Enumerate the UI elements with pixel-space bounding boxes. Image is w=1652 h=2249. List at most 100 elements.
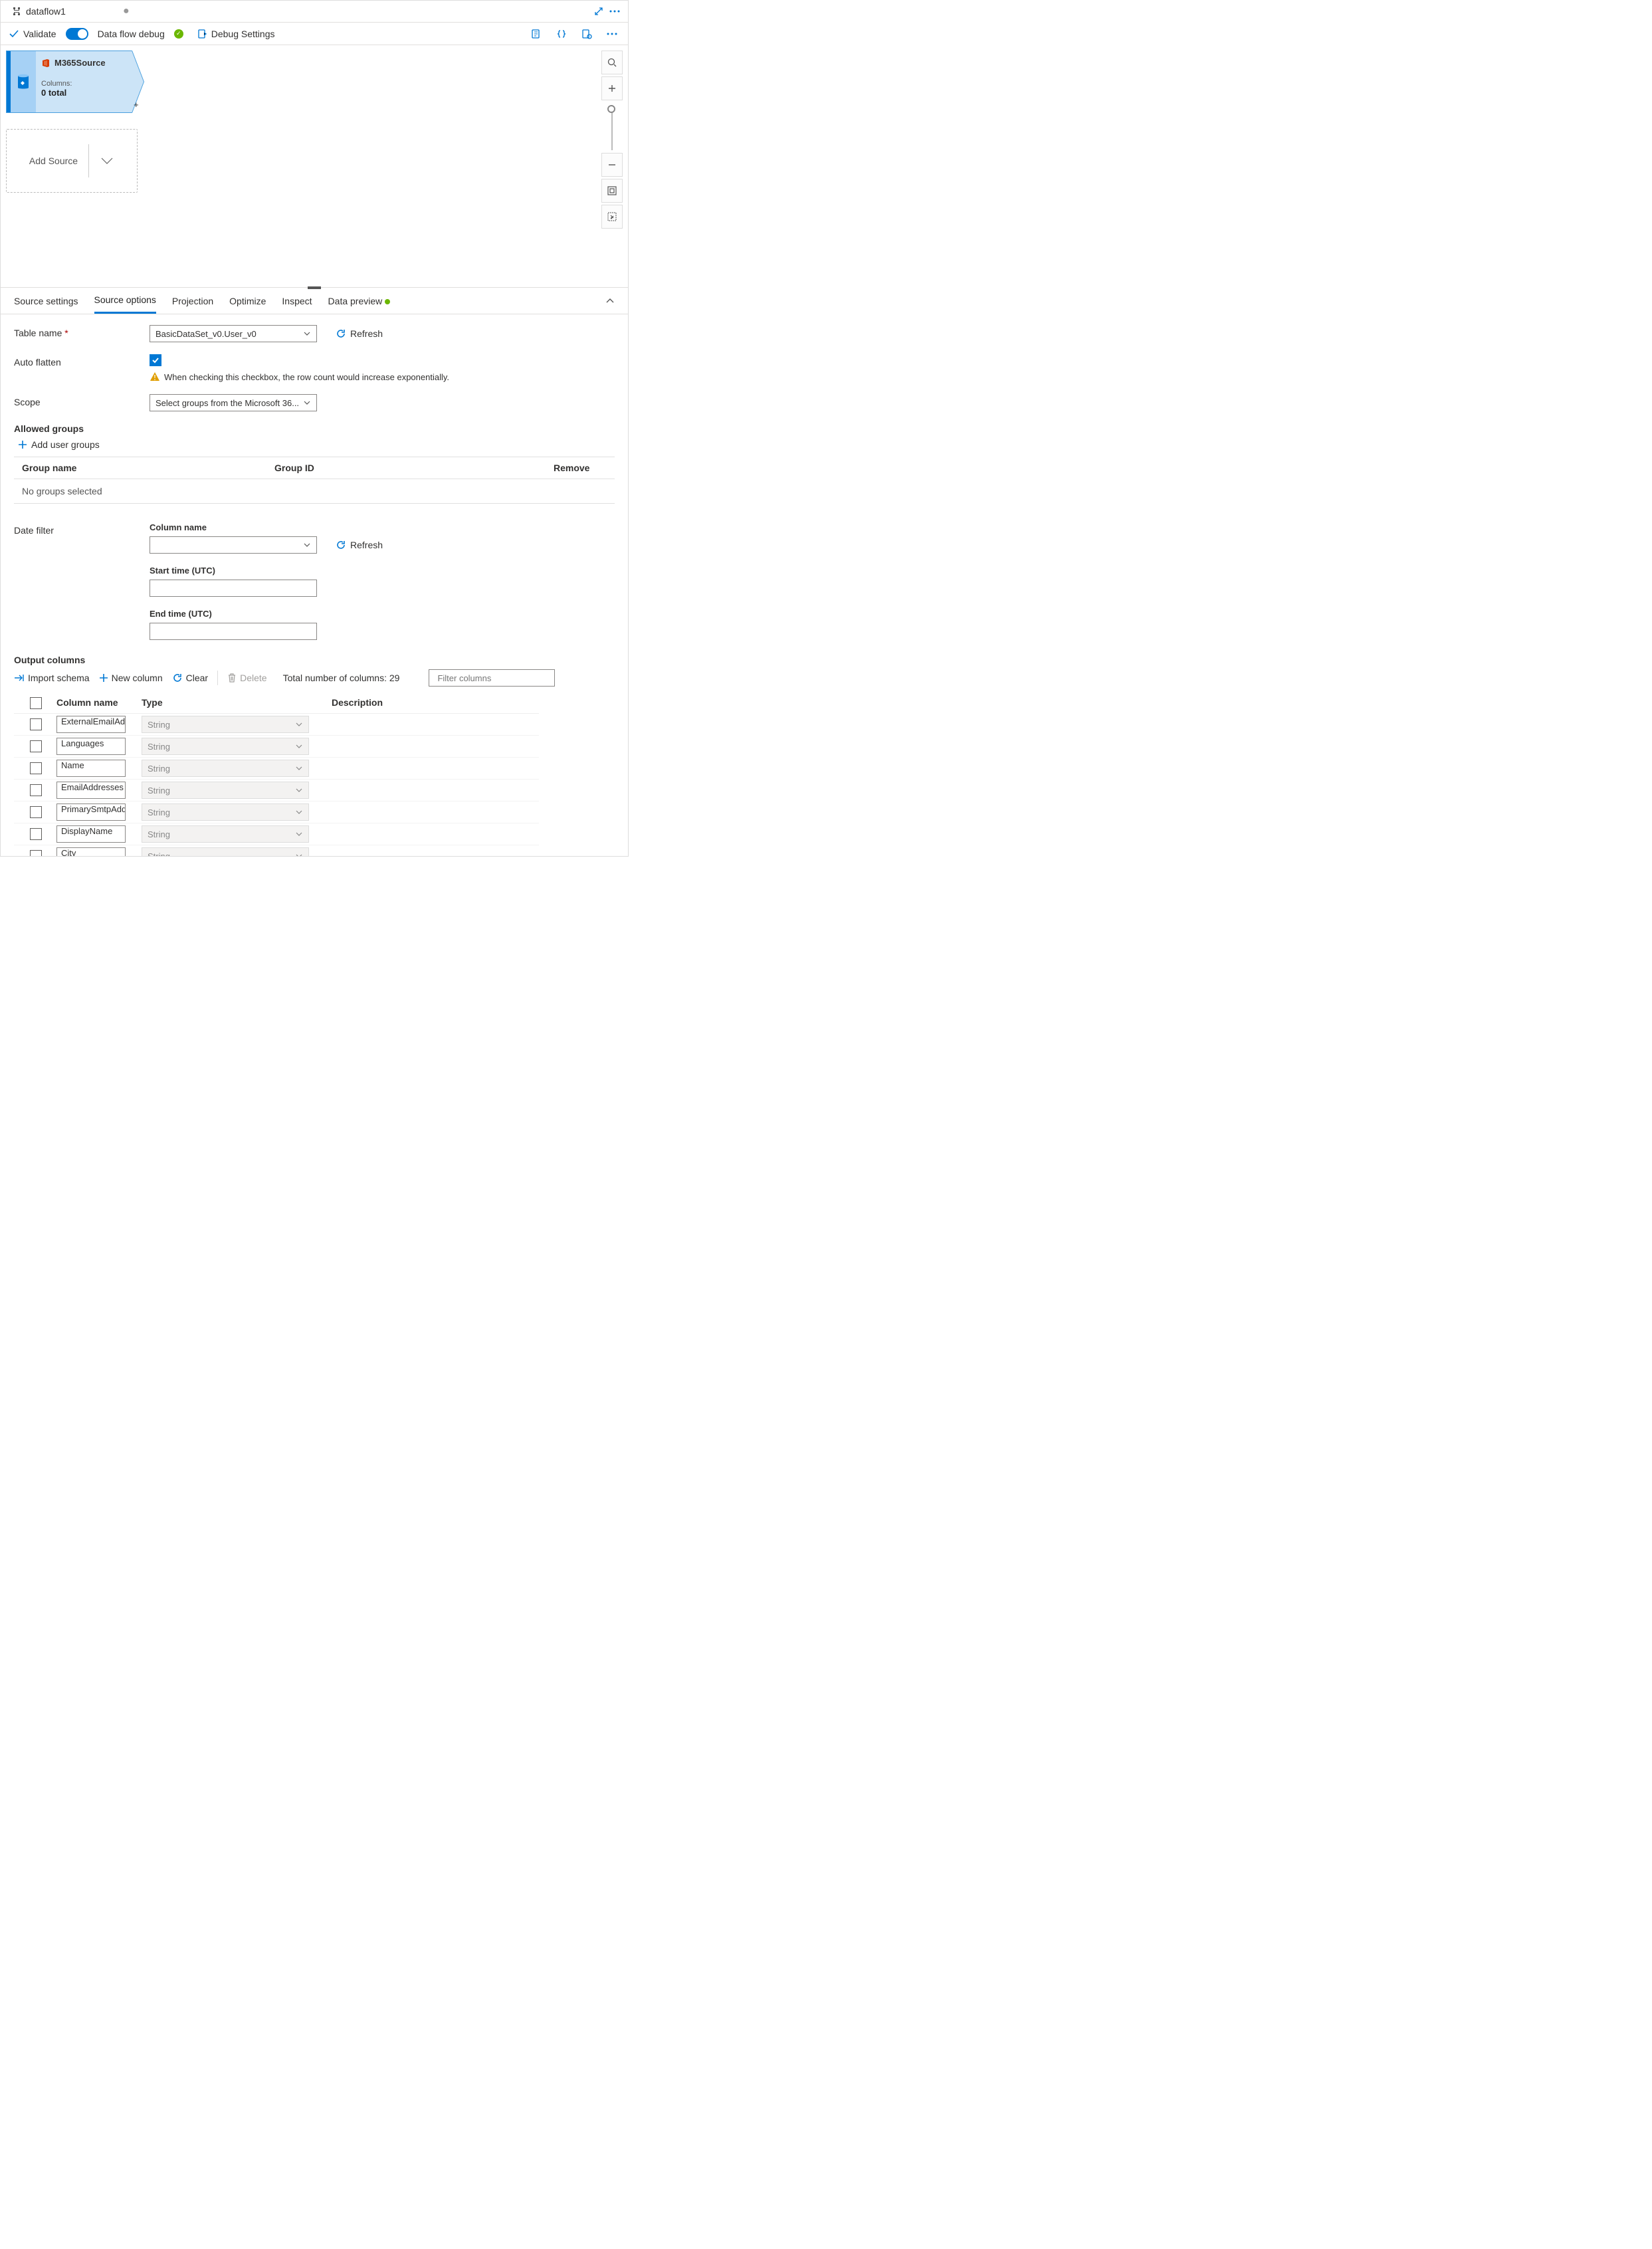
chevron-down-icon <box>295 852 303 856</box>
output-columns-label: Output columns <box>14 655 615 665</box>
preview-status-icon <box>385 299 390 304</box>
panel-resize-grip[interactable] <box>308 286 321 289</box>
chevron-down-icon <box>295 830 303 838</box>
row-checkbox[interactable] <box>30 718 42 730</box>
more-toolbar-icon[interactable] <box>604 30 620 38</box>
auto-flatten-checkbox[interactable] <box>150 354 161 366</box>
filter-columns-input[interactable] <box>429 669 555 687</box>
properties-icon[interactable] <box>579 26 595 42</box>
column-name-input[interactable]: Name <box>56 760 126 777</box>
source-node[interactable]: M365Source Columns: 0 total <box>6 51 132 113</box>
column-name-input[interactable]: PrimarySmtpAddr <box>56 803 126 821</box>
auto-flatten-label: Auto flatten <box>14 354 150 382</box>
type-select[interactable]: String <box>142 716 309 733</box>
row-checkbox[interactable] <box>30 828 42 840</box>
validate-button[interactable]: Validate <box>9 29 56 39</box>
type-select[interactable]: String <box>142 738 309 755</box>
row-checkbox[interactable] <box>30 850 42 856</box>
import-schema-button[interactable]: Import schema <box>14 673 90 683</box>
debug-status-icon: ✓ <box>174 29 183 39</box>
chevron-down-icon <box>303 330 311 338</box>
table-row: PrimarySmtpAddr String <box>14 802 539 823</box>
refresh-icon <box>172 673 183 683</box>
tab-data-preview[interactable]: Data preview <box>328 289 391 313</box>
column-name-input[interactable]: ExternalEmailAdd <box>56 716 126 733</box>
zoom-in-button[interactable] <box>601 76 623 100</box>
allowed-groups-label: Allowed groups <box>14 423 615 434</box>
row-checkbox[interactable] <box>30 740 42 752</box>
fit-screen-button[interactable] <box>601 179 623 203</box>
type-select[interactable]: String <box>142 847 309 856</box>
total-columns-label: Total number of columns: 29 <box>283 673 400 683</box>
type-select[interactable]: String <box>142 760 309 777</box>
zoom-out-button[interactable] <box>601 153 623 177</box>
table-row: Name String <box>14 758 539 780</box>
learn-icon[interactable] <box>528 26 544 42</box>
more-icon[interactable] <box>607 3 623 19</box>
plus-icon <box>99 673 108 683</box>
table-row: ExternalEmailAdd String <box>14 714 539 736</box>
groups-col-remove: Remove <box>554 463 607 473</box>
end-time-label: End time (UTC) <box>150 609 615 619</box>
start-time-input[interactable] <box>150 580 317 597</box>
row-checkbox[interactable] <box>30 762 42 774</box>
unsaved-indicator-icon: ● <box>123 5 130 17</box>
settings-icon <box>197 29 207 39</box>
chevron-down-icon <box>295 764 303 772</box>
auto-flatten-warning: When checking this checkbox, the row cou… <box>164 372 449 382</box>
check-icon <box>9 29 19 39</box>
chevron-down-icon <box>303 399 311 407</box>
table-row: City String <box>14 845 539 856</box>
search-canvas-button[interactable] <box>601 51 623 74</box>
select-all-checkbox[interactable] <box>30 697 42 709</box>
tab-inspect[interactable]: Inspect <box>282 289 312 313</box>
row-checkbox[interactable] <box>30 784 42 796</box>
zoom-slider[interactable] <box>611 105 613 150</box>
tab-source-settings[interactable]: Source settings <box>14 289 78 313</box>
debug-toggle-label: Data flow debug <box>98 29 165 39</box>
scope-select[interactable]: Select groups from the Microsoft 36... <box>150 394 317 411</box>
refresh-icon <box>336 328 346 339</box>
expand-icon[interactable] <box>591 3 607 19</box>
debug-toggle[interactable] <box>66 28 88 40</box>
row-checkbox[interactable] <box>30 806 42 818</box>
table-name-select[interactable]: BasicDataSet_v0.User_v0 <box>150 325 317 342</box>
chevron-down-icon <box>295 786 303 794</box>
output-head-type: Type <box>142 697 332 709</box>
column-name-input[interactable]: City <box>56 847 126 856</box>
refresh-icon <box>336 540 346 550</box>
type-select[interactable]: String <box>142 825 309 843</box>
add-source-button[interactable]: Add Source <box>6 129 138 193</box>
multi-select-button[interactable] <box>601 205 623 229</box>
column-name-input[interactable]: Languages <box>56 738 126 755</box>
add-step-button[interactable]: + <box>134 100 139 110</box>
dataflow-icon <box>11 6 22 17</box>
table-row: DisplayName String <box>14 823 539 845</box>
tab-source-options[interactable]: Source options <box>94 288 156 314</box>
new-column-button[interactable]: New column <box>99 673 163 683</box>
refresh-column-button[interactable]: Refresh <box>336 540 383 550</box>
groups-col-name: Group name <box>22 463 274 473</box>
column-name-input[interactable]: EmailAddresses <box>56 782 126 799</box>
column-name-input[interactable]: DisplayName <box>56 825 126 843</box>
trash-icon <box>227 673 237 683</box>
end-time-input[interactable] <box>150 623 317 640</box>
delete-button: Delete <box>227 673 266 683</box>
add-user-groups-button[interactable]: Add user groups <box>14 438 615 457</box>
tab-optimize[interactable]: Optimize <box>229 289 266 313</box>
type-select[interactable]: String <box>142 782 309 799</box>
debug-settings-button[interactable]: Debug Settings <box>197 29 275 39</box>
refresh-table-button[interactable]: Refresh <box>336 328 383 339</box>
code-icon[interactable] <box>554 26 569 42</box>
dataflow-canvas[interactable]: M365Source Columns: 0 total + Add Source <box>1 45 628 288</box>
column-name-label: Column name <box>150 522 615 532</box>
collapse-panel-button[interactable] <box>605 296 615 306</box>
scope-label: Scope <box>14 394 150 411</box>
type-select[interactable]: String <box>142 803 309 821</box>
tab-title: dataflow1 <box>26 6 66 17</box>
clear-button[interactable]: Clear <box>172 673 208 683</box>
chevron-down-icon <box>295 808 303 816</box>
output-head-column: Column name <box>56 697 142 709</box>
tab-projection[interactable]: Projection <box>172 289 213 313</box>
column-name-select[interactable] <box>150 536 317 554</box>
